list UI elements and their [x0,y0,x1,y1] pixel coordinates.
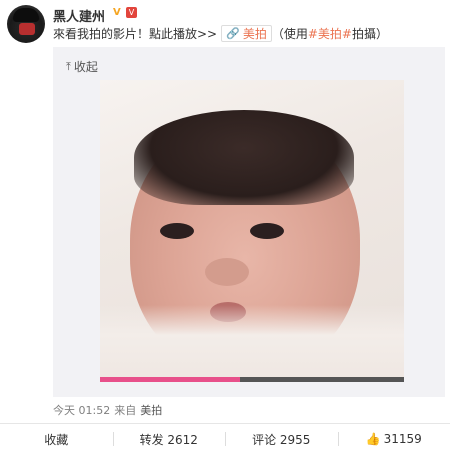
repost-label: 转发 2612 [139,432,198,447]
video-progress-bar[interactable] [100,377,404,382]
avatar-hair [13,8,39,22]
post-meta: 今天 01:52 来自 美拍 [53,402,162,418]
video-baby-nose [205,258,249,286]
video-blanket [100,305,404,380]
avatar-mark [19,23,35,35]
meipai-link[interactable]: 🔗 美拍 [221,25,272,42]
video-baby-right-eye [250,223,284,239]
favorite-button[interactable]: 收藏 [0,424,113,454]
meipai-link-label[interactable]: 美拍 [243,25,267,42]
like-count: 31159 [383,432,422,446]
rank-badge-icon: V [126,7,137,18]
collapse-label: 收起 [73,60,98,74]
video-baby-hair [134,110,354,205]
video-baby-left-eye [160,223,194,239]
username[interactable]: 黑人建州 [53,6,105,25]
comment-button[interactable]: 评论 2955 [225,424,338,454]
comment-label: 评论 2955 [252,432,311,447]
thumbs-up-icon: 👍 [365,432,381,446]
video-player[interactable] [100,80,404,380]
post-text-suffix-close: 拍攝） [351,27,388,41]
source-prefix: 来自 [114,404,137,417]
source-app-link[interactable]: 美拍 [140,402,162,418]
video-progress-fill [100,377,240,382]
post-text-suffix-open: （使用 [271,27,308,41]
like-button[interactable]: 👍 31159 [337,424,450,454]
paperclip-icon: 🔗 [226,27,240,40]
post-text: 來看我拍的影片！點此播放>> 🔗 美拍 （使用 #美拍# 拍攝） [53,25,388,42]
hashtag-link[interactable]: #美拍# [308,25,352,42]
arrow-up-icon: ⤒ [66,59,71,73]
favorite-label: 收藏 [44,432,69,447]
avatar[interactable] [7,5,45,43]
repost-button[interactable]: 转发 2612 [112,424,226,454]
action-bar: 收藏 转发 2612 评论 2955 👍 31159 [0,424,450,454]
timestamp[interactable]: 今天 01:52 [53,402,110,418]
post-text-prefix: 來看我拍的影片！點此播放>> [53,27,218,41]
collapse-button[interactable]: ⤒ 收起 [66,58,98,75]
verified-icon: V [113,7,121,18]
user-badges: V V [113,7,137,18]
